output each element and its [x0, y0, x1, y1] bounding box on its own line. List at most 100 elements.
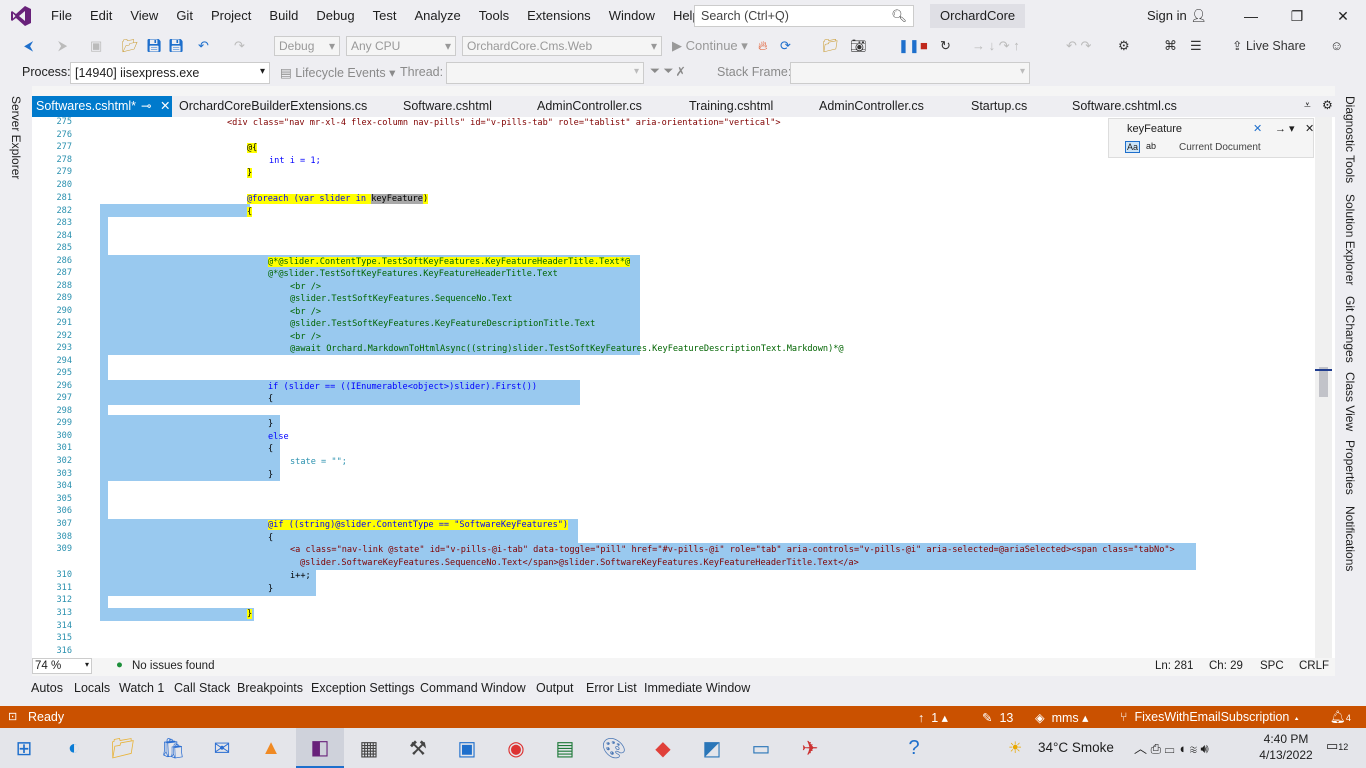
- new-item-icon[interactable]: ▣: [90, 38, 102, 54]
- find-input[interactable]: keyFeature: [1113, 121, 1263, 138]
- vertical-scrollbar[interactable]: [1315, 117, 1332, 658]
- notebook-icon[interactable]: ◩: [696, 732, 728, 764]
- tab-document[interactable]: Startup.cs: [971, 96, 1027, 117]
- visual-studio-logo-icon[interactable]: [10, 5, 32, 27]
- step-over-icon[interactable]: → ↓ ↷ ↑: [972, 38, 1020, 54]
- search-input[interactable]: Search (Ctrl+Q) 🔍︎: [694, 5, 914, 27]
- class-view-tab[interactable]: Class View: [1343, 372, 1357, 431]
- menu-file[interactable]: File: [42, 0, 81, 32]
- calculator-icon[interactable]: ▦: [353, 732, 385, 764]
- clock-time[interactable]: 4:40 PM: [1260, 732, 1312, 746]
- tab-locals[interactable]: Locals: [74, 681, 110, 695]
- git-app-icon[interactable]: ◆: [647, 732, 679, 764]
- menu-test[interactable]: Test: [364, 0, 406, 32]
- push-status[interactable]: ↑ 1 ▴: [918, 710, 948, 725]
- scroll-thumb[interactable]: [1319, 367, 1328, 397]
- help-icon[interactable]: ?: [898, 732, 930, 764]
- menu-window[interactable]: Window: [600, 0, 664, 32]
- screenshot-icon[interactable]: 📷︎: [850, 38, 867, 54]
- tab-error-list[interactable]: Error List: [586, 681, 637, 695]
- close-tab-icon[interactable]: ✕: [160, 96, 170, 117]
- paint-icon[interactable]: 🎨︎: [598, 732, 630, 764]
- tab-document[interactable]: AdminController.cs: [537, 96, 642, 117]
- folder-icon[interactable]: 📁︎: [822, 38, 839, 54]
- visual-studio-task-icon[interactable]: ◧: [296, 728, 344, 768]
- menu-git[interactable]: Git: [167, 0, 202, 32]
- match-word-button[interactable]: ab: [1145, 141, 1157, 151]
- refresh-icon[interactable]: ⟳: [780, 38, 791, 54]
- sign-in-button[interactable]: Sign in 👤︎: [1147, 8, 1207, 24]
- chart-app-icon[interactable]: ▤: [549, 732, 581, 764]
- menu-analyze[interactable]: Analyze: [405, 0, 469, 32]
- properties-tab[interactable]: Properties: [1343, 440, 1357, 495]
- presentation-icon[interactable]: ▭: [745, 732, 777, 764]
- tab-document[interactable]: Training.cshtml: [689, 96, 773, 117]
- startup-project-dropdown[interactable]: OrchardCore.Cms.Web ▾: [462, 36, 662, 56]
- close-button[interactable]: ✕: [1320, 0, 1366, 32]
- solution-explorer-tab[interactable]: Solution Explorer: [1343, 194, 1357, 285]
- tab-immediate-window[interactable]: Immediate Window: [644, 681, 750, 695]
- lifecycle-events-button[interactable]: ▤ Lifecycle Events ▾: [280, 65, 395, 80]
- tab-document[interactable]: OrchardCoreBuilderExtensions.cs: [179, 96, 367, 117]
- file-explorer-icon[interactable]: 📁︎: [107, 732, 139, 764]
- clear-icon[interactable]: ✕: [1253, 122, 1262, 135]
- find-scope-dropdown[interactable]: Current Document: [1179, 142, 1261, 153]
- save-all-icon[interactable]: 💾︎: [168, 38, 185, 54]
- diagnostic-tools-tab[interactable]: Diagnostic Tools: [1343, 96, 1357, 183]
- menu-edit[interactable]: Edit: [81, 0, 121, 32]
- vlc-icon[interactable]: ▲: [255, 732, 287, 764]
- tab-list-icon[interactable]: ⩡: [1304, 98, 1311, 113]
- tab-softwares-cshtml[interactable]: Softwares.cshtml* ⊸ ✕: [32, 96, 172, 117]
- code-editor[interactable]: 275 276 277 278 279 280 281 282 283 284 285 286 287 2…: [32, 117, 1335, 658]
- stack-frame-dropdown[interactable]: ▾: [790, 62, 1030, 84]
- menu-extensions[interactable]: Extensions: [518, 0, 600, 32]
- menu-debug[interactable]: Debug: [307, 0, 363, 32]
- whitespace-mode[interactable]: SPC: [1260, 660, 1284, 672]
- mail-icon[interactable]: ✉: [206, 732, 238, 764]
- git-changes-tab[interactable]: Git Changes: [1343, 296, 1357, 363]
- zoom-dropdown[interactable]: 74 % ▾: [32, 658, 92, 674]
- tab-autos[interactable]: Autos: [31, 681, 63, 695]
- settings-gear-icon[interactable]: ⚙: [1322, 98, 1333, 112]
- line-ending[interactable]: CRLF: [1299, 660, 1329, 672]
- pending-edits[interactable]: ✎ 13: [982, 710, 1013, 725]
- restart-icon[interactable]: ↻: [940, 38, 951, 54]
- minimize-button[interactable]: —: [1228, 0, 1274, 32]
- repository-status[interactable]: ◈ mms ▴: [1035, 710, 1088, 725]
- vc-icon[interactable]: ▣: [451, 732, 483, 764]
- continue-button[interactable]: ▶ Continue ▾: [672, 38, 748, 54]
- pin-icon[interactable]: ⊸: [141, 96, 151, 117]
- tab-exception-settings[interactable]: Exception Settings: [311, 681, 415, 695]
- list-icon[interactable]: ☰: [1190, 38, 1202, 54]
- notifications-bell-icon[interactable]: 🔔︎4: [1330, 710, 1351, 725]
- open-folder-icon[interactable]: 📂︎: [122, 38, 139, 54]
- thread-dropdown[interactable]: ▾: [446, 62, 644, 84]
- action-center-icon[interactable]: ▭12: [1326, 738, 1348, 754]
- debug-tools-icon[interactable]: ⚙: [1118, 38, 1130, 54]
- pause-icon[interactable]: ❚❚: [898, 38, 920, 54]
- undo-icon[interactable]: ↶: [198, 38, 209, 54]
- clock-date[interactable]: 4/13/2022: [1256, 748, 1316, 762]
- chrome-icon[interactable]: ◉: [500, 732, 532, 764]
- back-icon[interactable]: ⮜: [24, 38, 33, 54]
- tray-icons[interactable]: ︿ ⎙ ▭ ◖ ≋ 🔊︎: [1134, 738, 1209, 757]
- match-case-button[interactable]: Aa: [1125, 141, 1141, 153]
- server-explorer-tab[interactable]: Server Explorer: [9, 96, 23, 179]
- branch-status[interactable]: ⑂ FixesWithEmailSubscription ▴: [1120, 710, 1300, 724]
- live-share-button[interactable]: ⇪ Live Share: [1232, 38, 1306, 54]
- tab-document[interactable]: AdminController.cs: [819, 96, 924, 117]
- restore-button[interactable]: ❐: [1274, 0, 1320, 32]
- platform-dropdown[interactable]: Any CPU ▾: [346, 36, 456, 56]
- store-icon[interactable]: 🛍︎: [157, 732, 189, 764]
- filter-icon[interactable]: ⏷ ⏷ ✗: [650, 64, 684, 79]
- redo-icon[interactable]: ↷: [234, 38, 245, 54]
- menu-build[interactable]: Build: [260, 0, 307, 32]
- menu-project[interactable]: Project: [202, 0, 260, 32]
- configuration-dropdown[interactable]: Debug ▾: [274, 36, 340, 56]
- step-back-icon[interactable]: ↶ ↷: [1066, 38, 1091, 54]
- windows-start-icon[interactable]: ⊞: [8, 732, 40, 764]
- process-dropdown[interactable]: [14940] iisexpress.exe ▾: [70, 62, 270, 84]
- close-find-icon[interactable]: ✕: [1305, 122, 1314, 135]
- feedback-icon[interactable]: ☺: [1330, 38, 1343, 54]
- menu-tools[interactable]: Tools: [470, 0, 518, 32]
